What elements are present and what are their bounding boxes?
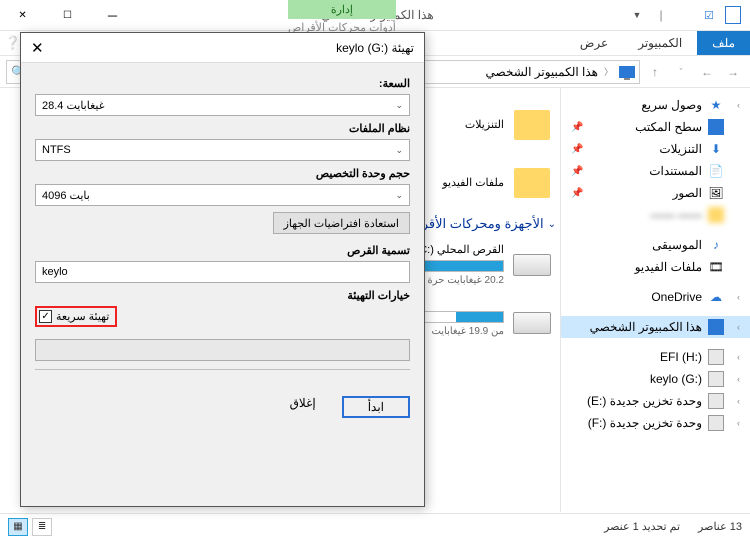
format-dialog: تهيئة (:keylo (G ✕ السعة: 28.4 غيغابايت⌄… xyxy=(20,32,425,507)
restore-defaults-button[interactable]: استعادة افتراضيات الجهاز xyxy=(273,212,410,234)
dialog-close-icon[interactable]: ✕ xyxy=(31,39,44,57)
manage-label: إدارة xyxy=(288,0,396,19)
chevron-down-icon: ⌄ xyxy=(395,100,403,111)
status-item-count: 13 عناصر xyxy=(698,520,742,533)
pin-icon: 📌 xyxy=(571,166,583,177)
nav-onedrive[interactable]: ›☁OneDrive xyxy=(561,286,750,308)
chevron-down-icon: ⌄ xyxy=(395,190,403,201)
quick-format-highlight: تهيئة سريعة ✓ xyxy=(35,306,117,327)
properties-icon[interactable]: ☑ xyxy=(698,4,720,26)
quick-format-label: تهيئة سريعة xyxy=(56,310,109,323)
quick-format-checkbox[interactable]: ✓ xyxy=(39,310,52,323)
nav-downloads[interactable]: ⬇التنزيلات📌 xyxy=(561,138,750,160)
qat-separator: | xyxy=(650,4,672,26)
addr-chevron-icon: 〈 xyxy=(604,65,613,78)
nav-pictures[interactable]: 🖼الصور📌 xyxy=(561,182,750,204)
qat-chevron-icon[interactable]: ▼ xyxy=(626,4,648,26)
pin-icon: 📌 xyxy=(571,144,583,155)
close-dialog-button[interactable]: إغلاق xyxy=(272,396,334,418)
pc-icon xyxy=(619,66,635,78)
minimize-button[interactable]: ─ xyxy=(90,0,135,30)
recent-chevron-icon[interactable]: ˇ xyxy=(670,61,692,83)
back-button[interactable]: → xyxy=(722,61,744,83)
nav-vol-e[interactable]: ›وحدة تخزين جديدة (:E) xyxy=(561,390,750,412)
blank-icon xyxy=(674,4,696,26)
quick-access-toolbar: ☑ | ▼ xyxy=(620,4,750,26)
disabled-field xyxy=(35,339,410,361)
tab-view[interactable]: عرض xyxy=(565,31,623,55)
view-details-icon[interactable]: ≣ xyxy=(32,518,52,536)
chevron-down-icon: ⌄ xyxy=(395,145,403,156)
pin-icon: 📌 xyxy=(571,122,583,133)
nav-keylo[interactable]: ›keylo (G:) xyxy=(561,368,750,390)
nav-vol-f[interactable]: ›وحدة تخزين جديدة (:F) xyxy=(561,412,750,434)
pin-icon: 📌 xyxy=(571,188,583,199)
nav-documents[interactable]: 📄المستندات📌 xyxy=(561,160,750,182)
filesystem-combo[interactable]: NTFS⌄ xyxy=(35,139,410,161)
nav-efi[interactable]: ›EFI (H:) xyxy=(561,346,750,368)
capacity-combo[interactable]: 28.4 غيغابايت⌄ xyxy=(35,94,410,116)
doc-icon xyxy=(722,4,744,26)
nav-this-pc[interactable]: ›هذا الكمبيوتر الشخصي xyxy=(561,316,750,338)
volume-label-input[interactable]: keylo xyxy=(35,261,410,283)
forward-button[interactable]: ← xyxy=(696,61,718,83)
nav-quick-access[interactable]: ›★وصول سريع xyxy=(561,94,750,116)
close-button[interactable]: ✕ xyxy=(0,0,45,30)
volume-label-label: تسمية القرص xyxy=(35,244,410,257)
dialog-title: تهيئة (:keylo (G xyxy=(336,41,414,55)
status-bar: 13 عناصر تم تحديد 1 عنصر ≣ ▦ xyxy=(0,513,750,539)
filesystem-label: نظام الملفات xyxy=(35,122,410,135)
view-tiles-icon[interactable]: ▦ xyxy=(8,518,28,536)
dialog-titlebar[interactable]: تهيئة (:keylo (G ✕ xyxy=(21,33,424,63)
capacity-label: السعة: xyxy=(35,77,410,90)
nav-desktop[interactable]: سطح المكتب📌 xyxy=(561,116,750,138)
maximize-button[interactable]: ☐ xyxy=(45,0,90,30)
tab-computer[interactable]: الكمبيوتر xyxy=(623,31,697,55)
up-button[interactable]: ↑ xyxy=(644,61,666,83)
nav-music[interactable]: ♪الموسيقى xyxy=(561,234,750,256)
tab-file[interactable]: ملف xyxy=(697,31,750,55)
window-controls: ─ ☐ ✕ xyxy=(0,0,135,30)
nav-videos[interactable]: 🎞ملفات الفيديو xyxy=(561,256,750,278)
navigation-pane: ›★وصول سريع سطح المكتب📌 ⬇التنزيلات📌 📄الم… xyxy=(560,88,750,512)
status-selected: تم تحديد 1 عنصر xyxy=(604,520,680,533)
allocation-combo[interactable]: 4096 بايت⌄ xyxy=(35,184,410,206)
start-button[interactable]: ابدأ xyxy=(346,400,406,414)
contextual-tab-manage[interactable]: إدارة أدوات محركات الأقراص xyxy=(288,0,396,36)
allocation-label: حجم وحدة التخصيص xyxy=(35,167,410,180)
addr-text: هذا الكمبيوتر الشخصي xyxy=(486,65,598,79)
start-button-highlight: ابدأ xyxy=(342,396,410,418)
format-options-label: خيارات التهيئة xyxy=(35,289,410,302)
title-bar: ☑ | ▼ هذا الكمبيوتر الشخصي إدارة أدوات م… xyxy=(0,0,750,31)
nav-blur[interactable]: —— —— xyxy=(561,204,750,226)
